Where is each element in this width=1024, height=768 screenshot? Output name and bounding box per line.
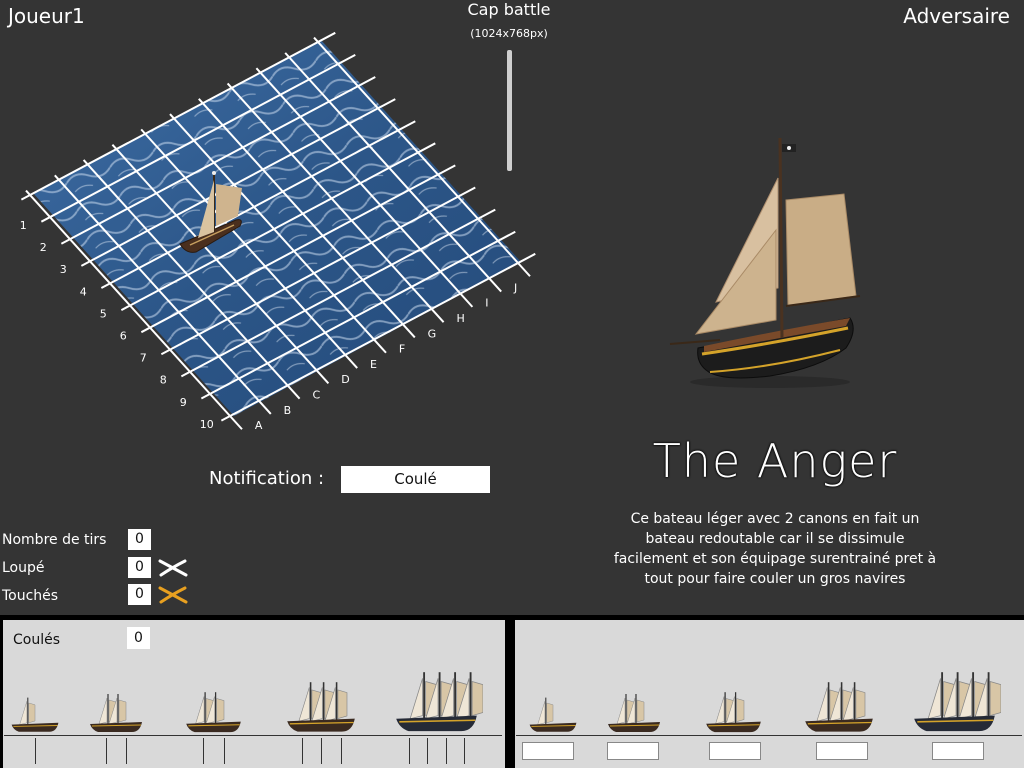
selected-ship-description: Ce bateau léger avec 2 canons en fait un…: [613, 511, 937, 587]
grid-row-label: 7: [140, 352, 147, 365]
ship-size-tick: [340, 738, 342, 764]
ship-size-tick: [126, 738, 127, 764]
grid-row-label: 5: [100, 307, 107, 320]
grid-col-label: A: [255, 419, 263, 432]
grid-row-label: 8: [160, 374, 167, 387]
white-cross-icon: [158, 559, 188, 577]
grid-col-label: C: [312, 389, 320, 402]
ship-size-tick: [321, 738, 322, 764]
opponent-ship-field[interactable]: [607, 742, 659, 760]
grid-row-label: 1: [20, 219, 27, 232]
ship-size-tick: [408, 738, 410, 764]
grid-col-label: E: [370, 358, 377, 371]
grid-row-label: 2: [40, 241, 47, 254]
sloop-ship-icon[interactable]: [8, 694, 62, 738]
grid-row-label: 3: [60, 263, 67, 276]
grid-col-label: J: [513, 281, 517, 294]
grid-col-label: B: [284, 404, 292, 417]
opponent-ship-field[interactable]: [709, 742, 761, 760]
notification-field: Coulé: [341, 466, 490, 493]
galleon-ship-icon[interactable]: [390, 666, 484, 738]
frigate-ship-icon: [800, 677, 878, 738]
shots-label: Nombre de tirs: [2, 532, 107, 548]
brig-ship-icon[interactable]: [182, 688, 245, 738]
brig-ship-icon: [702, 688, 765, 738]
grid-col-label: I: [485, 297, 488, 310]
sloop-ship-icon: [526, 694, 580, 738]
frigate-ship-icon[interactable]: [282, 677, 360, 738]
sunk-label: Coulés: [13, 632, 61, 648]
grid-row-label: 9: [180, 396, 187, 409]
ship-size-tick: [445, 738, 447, 764]
player-name: Joueur1: [8, 4, 85, 28]
grid-row-label: 10: [200, 418, 214, 431]
selected-ship-icon: [669, 137, 861, 388]
sunk-counter: 0: [127, 627, 150, 649]
notification-label: Notification :: [209, 468, 325, 489]
selected-ship-name: The Anger: [652, 434, 898, 488]
hits-counter: 0: [128, 584, 151, 605]
ship-size-tick: [106, 738, 107, 764]
schooner-ship-icon[interactable]: [86, 690, 146, 738]
opponent-ship-field[interactable]: [816, 742, 868, 760]
grid-col-label: G: [428, 327, 437, 340]
hits-label: Touchés: [2, 588, 59, 604]
grid-row-label: 6: [120, 329, 127, 342]
opponent-ship-field[interactable]: [932, 742, 984, 760]
opponent-name: Adversaire: [903, 4, 1010, 28]
grid-col-label: D: [341, 373, 349, 386]
ship-size-tick: [464, 738, 466, 764]
shots-counter: 0: [128, 529, 151, 550]
grid-col-label: F: [399, 343, 405, 356]
grid-col-label: H: [456, 312, 464, 325]
game-title: Cap battle: [467, 0, 551, 19]
schooner-ship-icon: [604, 690, 664, 738]
ship-size-tick: [427, 738, 429, 764]
grid-row-label: 4: [80, 285, 87, 298]
opponent-ship-field[interactable]: [522, 742, 574, 760]
missed-counter: 0: [128, 557, 151, 578]
battle-grid[interactable]: 123456789 10 A B C D E F G H I J: [0, 30, 560, 440]
galleon-ship-icon: [908, 666, 1002, 738]
ship-size-tick: [224, 738, 225, 764]
ship-size-tick: [35, 738, 36, 764]
missed-label: Loupé: [2, 560, 45, 576]
orange-cross-icon: [158, 586, 188, 604]
ship-size-tick: [301, 738, 303, 764]
ship-size-tick: [203, 738, 204, 764]
